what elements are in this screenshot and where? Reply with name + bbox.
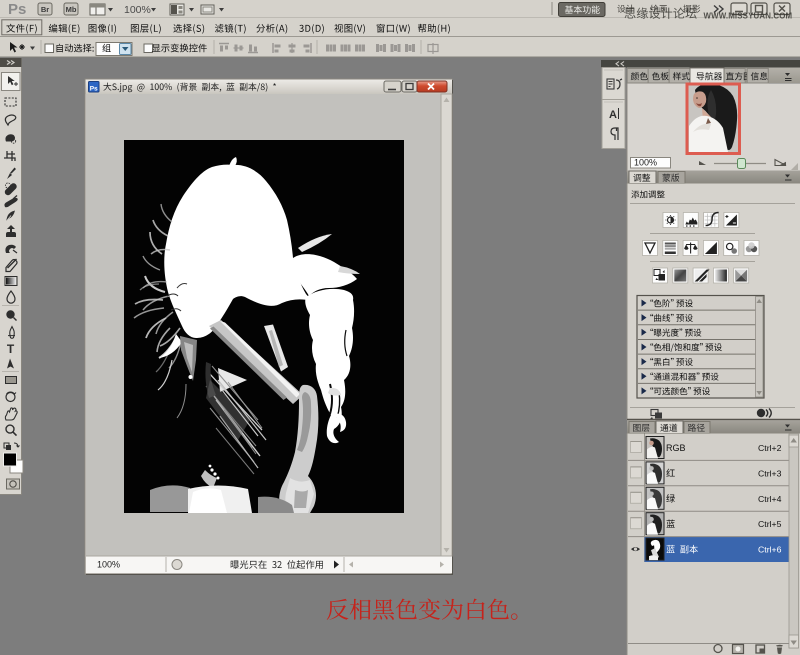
svg-text:Ctrl+3: Ctrl+3 <box>758 468 782 478</box>
svg-text:T: T <box>7 342 15 356</box>
svg-text:Mb: Mb <box>66 5 77 14</box>
svg-text:100%: 100% <box>634 158 657 168</box>
svg-text:100%: 100% <box>97 560 120 570</box>
svg-text:A: A <box>609 109 617 121</box>
svg-text:Ctrl+5: Ctrl+5 <box>758 519 782 529</box>
svg-text:Ps: Ps <box>8 1 26 18</box>
svg-text:WWW.MISSYUAN.COM: WWW.MISSYUAN.COM <box>704 12 793 21</box>
svg-text:RGB: RGB <box>666 443 686 453</box>
svg-text:100%: 100% <box>124 4 151 16</box>
svg-text:Ctrl+2: Ctrl+2 <box>758 443 782 453</box>
svg-text:Ctrl+6: Ctrl+6 <box>758 545 782 555</box>
svg-text:Ctrl+4: Ctrl+4 <box>758 494 782 504</box>
svg-text:Br: Br <box>41 5 49 14</box>
svg-text:Ps: Ps <box>90 86 98 93</box>
